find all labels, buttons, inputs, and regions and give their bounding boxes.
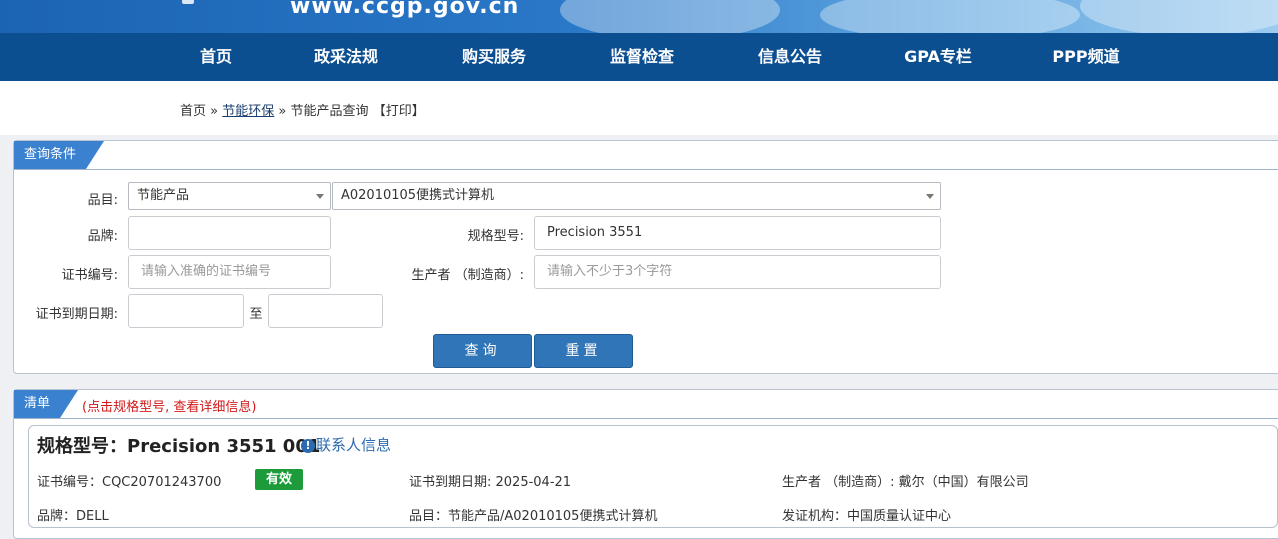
category-select-value: 节能产品 bbox=[137, 188, 190, 203]
contact-info-label: 联系人信息 bbox=[316, 436, 392, 454]
category-select[interactable]: 节能产品 bbox=[128, 182, 331, 210]
expiry-to-label: 至 bbox=[249, 307, 263, 322]
cert-label: 证书编号: bbox=[61, 268, 118, 283]
category-label: 品目: bbox=[87, 193, 118, 208]
breadcrumb-separator: » bbox=[278, 104, 287, 119]
breadcrumb-home[interactable]: 首页 bbox=[180, 104, 206, 119]
result-issuer: 发证机构：中国质量认证中心 bbox=[782, 509, 952, 524]
breadcrumb-current: 节能产品查询 bbox=[290, 104, 369, 119]
maker-label: 生产者 （制造商）: bbox=[411, 268, 524, 283]
print-link[interactable]: 【打印】 bbox=[373, 104, 425, 119]
main-nav: 首页 政采法规 购买服务 监督检查 信息公告 GPA专栏 PPP频道 bbox=[0, 33, 1278, 81]
site-url: www.ccgp.gov.cn bbox=[290, 0, 520, 19]
nav-item-regulations[interactable]: 政采法规 bbox=[314, 33, 378, 81]
result-model-link[interactable]: 规格型号：Precision 3551 001 bbox=[37, 432, 320, 458]
breadcrumb-separator: » bbox=[210, 104, 219, 119]
subcategory-select-value: A02010105便携式计算机 bbox=[341, 188, 495, 203]
maker-input[interactable]: 请输入不少于3个字符 bbox=[534, 255, 941, 289]
nav-item-services[interactable]: 购买服务 bbox=[462, 33, 526, 81]
cert-input[interactable]: 请输入准确的证书编号 bbox=[128, 255, 331, 289]
contact-info-link[interactable]: ! 联系人信息 bbox=[301, 434, 391, 455]
result-brand: 品牌：DELL bbox=[37, 509, 109, 524]
site-logo bbox=[182, 0, 194, 4]
info-icon: ! bbox=[301, 439, 315, 453]
reset-button[interactable]: 重置 bbox=[534, 334, 633, 368]
banner-cloud bbox=[560, 0, 780, 33]
results-panel-header: 清单 (点击规格型号, 查看详细信息) bbox=[14, 390, 1278, 419]
results-panel: 清单 (点击规格型号, 查看详细信息) 规格型号：Precision 3551 … bbox=[13, 389, 1278, 539]
expiry-label: 证书到期日期: bbox=[35, 307, 118, 322]
nav-item-announcements[interactable]: 信息公告 bbox=[758, 33, 822, 81]
banner-cloud bbox=[820, 0, 1080, 33]
nav-item-gpa[interactable]: GPA专栏 bbox=[904, 33, 972, 81]
result-card: 规格型号：Precision 3551 001 ! 联系人信息 证书编号：CQC2… bbox=[28, 425, 1278, 528]
expiry-end-input[interactable] bbox=[268, 294, 383, 328]
search-button[interactable]: 查询 bbox=[433, 334, 532, 368]
site-banner: www.ccgp.gov.cn bbox=[0, 0, 1278, 33]
chevron-down-icon bbox=[926, 194, 934, 199]
results-hint: (点击规格型号, 查看详细信息) bbox=[82, 400, 257, 415]
results-tab: 清单 bbox=[14, 390, 79, 418]
brand-label: 品牌: bbox=[87, 229, 118, 244]
query-tab: 查询条件 bbox=[14, 141, 105, 169]
model-label: 规格型号: bbox=[467, 229, 524, 244]
nav-item-supervision[interactable]: 监督检查 bbox=[610, 33, 674, 81]
breadcrumb: 首页 » 节能环保 » 节能产品查询 【打印】 bbox=[180, 100, 425, 119]
query-panel-header: 查询条件 bbox=[14, 141, 1278, 170]
brand-input[interactable] bbox=[128, 216, 331, 250]
model-input[interactable]: Precision 3551 bbox=[534, 216, 941, 250]
expiry-start-input[interactable] bbox=[128, 294, 244, 328]
chevron-down-icon bbox=[316, 194, 324, 199]
result-maker: 生产者 （制造商）: 戴尔（中国）有限公司 bbox=[782, 475, 1029, 490]
nav-item-home[interactable]: 首页 bbox=[200, 33, 232, 81]
result-category: 品目：节能产品/A02010105便携式计算机 bbox=[409, 509, 658, 524]
result-cert: 证书编号：CQC20701243700 bbox=[37, 475, 222, 490]
subcategory-select[interactable]: A02010105便携式计算机 bbox=[332, 182, 941, 210]
status-badge: 有效 bbox=[255, 469, 303, 490]
banner-cloud bbox=[1080, 0, 1278, 33]
query-panel: 查询条件 品目: 节能产品 A02010105便携式计算机 品牌: 规格型号: … bbox=[13, 140, 1278, 374]
nav-item-ppp[interactable]: PPP频道 bbox=[1052, 33, 1119, 81]
breadcrumb-bar: 首页 » 节能环保 » 节能产品查询 【打印】 bbox=[0, 81, 1278, 135]
result-expiry: 证书到期日期: 2025-04-21 bbox=[409, 475, 572, 490]
breadcrumb-section[interactable]: 节能环保 bbox=[222, 104, 274, 119]
